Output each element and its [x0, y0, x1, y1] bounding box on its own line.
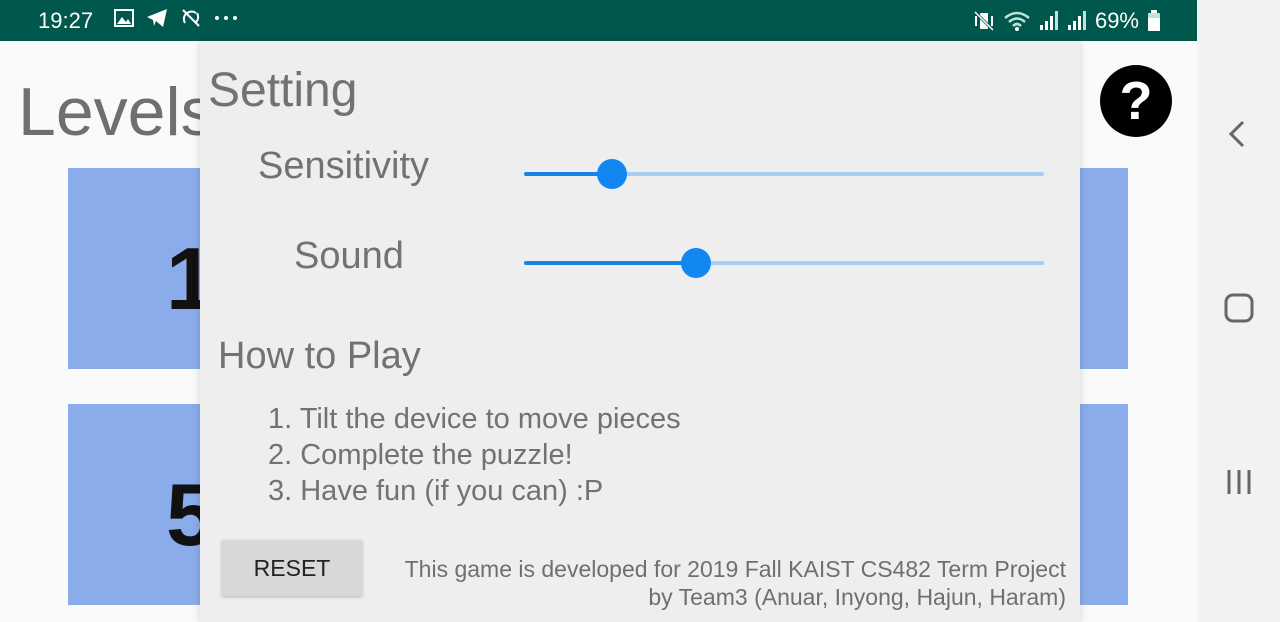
sync-off-icon: [182, 9, 200, 27]
vibrate-icon: [973, 10, 995, 32]
help-icon: ?: [1119, 71, 1153, 131]
recents-icon[interactable]: [1221, 464, 1257, 500]
step-item: 1. Tilt the device to move pieces: [268, 403, 681, 435]
sound-slider[interactable]: [524, 248, 1044, 278]
step-item: 2. Complete the puzzle!: [268, 439, 573, 471]
how-to-play-title: How to Play: [218, 335, 421, 377]
slider-thumb[interactable]: [597, 159, 628, 189]
step-item: 3. Have fun (if you can) :P: [268, 475, 604, 507]
sensitivity-slider[interactable]: [524, 159, 1044, 189]
status-left-icons: [114, 8, 238, 28]
status-time: 19:27: [38, 8, 94, 33]
telegram-icon: [147, 9, 167, 27]
credits-text: This game is developed for 2019 Fall KAI…: [376, 555, 1066, 611]
signal-icon: [1039, 11, 1058, 30]
dialog-title: Setting: [208, 64, 358, 117]
how-to-play-steps: 1. Tilt the device to move pieces 2. Com…: [268, 401, 681, 509]
sound-label: Sound: [294, 235, 404, 277]
help-button[interactable]: ?: [1100, 65, 1172, 137]
page-title: Levels: [18, 74, 215, 150]
battery-percent: 69%: [1094, 8, 1139, 33]
sensitivity-label: Sensitivity: [258, 145, 430, 187]
battery-icon: [1148, 10, 1160, 31]
wifi-icon: [1004, 11, 1030, 31]
navigation-bar: [1197, 0, 1280, 622]
image-icon: [114, 9, 134, 27]
credit-line: by Team3 (Anuar, Inyong, Hajun, Haram): [648, 584, 1066, 610]
home-icon[interactable]: [1221, 290, 1257, 326]
credit-line: This game is developed for 2019 Fall KAI…: [404, 556, 1066, 582]
slider-thumb[interactable]: [680, 248, 711, 278]
settings-dialog: Setting Sensitivity Sound How to Play 1.…: [200, 41, 1080, 622]
status-bar: 19:27 69%: [0, 0, 1197, 41]
status-right-icons: 69%: [973, 8, 1161, 34]
back-icon[interactable]: [1221, 116, 1257, 152]
reset-button[interactable]: RESET: [222, 540, 362, 596]
signal-icon: [1067, 11, 1086, 30]
slider-fill: [524, 261, 696, 265]
more-icon: [215, 16, 237, 20]
